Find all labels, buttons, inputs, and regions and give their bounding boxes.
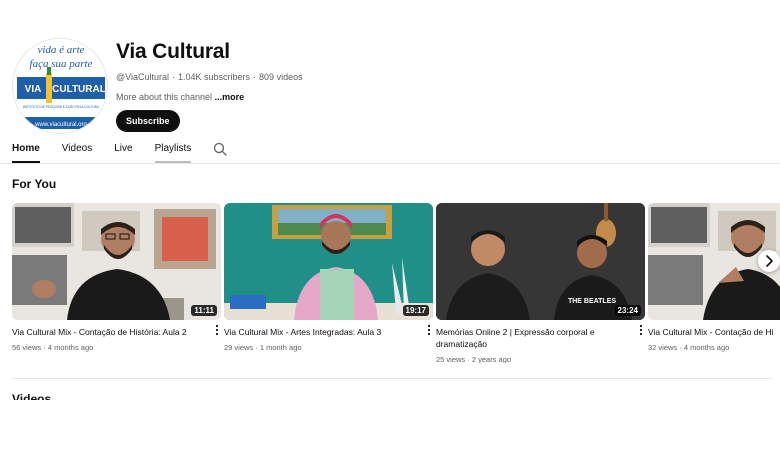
meta-separator: · <box>172 72 175 82</box>
search-icon[interactable] <box>213 142 227 156</box>
tabs-divider <box>0 163 780 164</box>
video-title[interactable]: Memórias Online 2 | Expressão corporal e… <box>436 326 626 350</box>
channel-avatar[interactable]: vida é arte faça sua parte VIA CULTURAL … <box>12 38 108 134</box>
channel-header: vida é arte faça sua parte VIA CULTURAL … <box>12 38 772 138</box>
video-card[interactable]: 19:17 Via Cultural Mix - Artes Integrada… <box>224 203 433 352</box>
section-title-videos: Videos <box>12 392 52 400</box>
tab-videos[interactable]: Videos <box>62 141 92 163</box>
view-count: 29 views <box>224 343 254 352</box>
tab-playlists[interactable]: Playlists <box>154 141 191 163</box>
channel-info: Via Cultural @ViaCultural · 1.04K subscrib… <box>116 40 303 132</box>
svg-text:www.viacultural.org: www.viacultural.org <box>34 122 87 128</box>
channel-logo: vida é arte faça sua parte VIA CULTURAL … <box>13 39 107 133</box>
video-meta: 32 views · 4 months ago <box>648 343 730 352</box>
svg-text:CULTURAL: CULTURAL <box>52 84 106 95</box>
upload-age: 4 months ago <box>47 343 94 352</box>
video-count: 809 videos <box>259 72 303 82</box>
meta-separator: · <box>253 72 257 82</box>
video-meta: 25 views · 2 years ago <box>436 355 512 363</box>
video-title[interactable]: Via Cultural Mix - Contação de História:… <box>12 326 202 338</box>
section-title-for-you: For You <box>12 177 57 191</box>
video-duration: 23:24 <box>614 305 641 316</box>
subscribe-button[interactable]: Subscribe <box>116 110 180 132</box>
upload-age: 4 months ago <box>683 343 730 352</box>
more-vert-icon[interactable] <box>425 324 433 336</box>
subscriber-count: 1.04K subscribers <box>178 72 251 82</box>
thumbnail-image <box>12 203 221 320</box>
view-count: 32 views <box>648 343 678 352</box>
thumbnail-image <box>224 203 433 320</box>
svg-text:VIA: VIA <box>25 84 42 95</box>
upload-age: 1 month ago <box>259 343 302 352</box>
video-thumbnail[interactable]: THE BEATLES 23:24 <box>436 203 645 320</box>
channel-handle: @ViaCultural <box>116 72 169 82</box>
upload-age: 2 years ago <box>471 355 512 363</box>
channel-about[interactable]: More about this channel ...more <box>116 92 303 102</box>
video-meta: 29 views · 1 month ago <box>224 343 302 352</box>
more-link[interactable]: ...more <box>215 92 245 102</box>
view-count: 25 views <box>436 355 466 363</box>
video-thumbnail[interactable]: 11:11 <box>12 203 221 320</box>
shelf-next-button[interactable] <box>758 250 780 272</box>
video-card[interactable]: 11:11 Via Cultural Mix - Contação de His… <box>12 203 221 352</box>
svg-text:faça sua parte: faça sua parte <box>30 58 93 70</box>
video-thumbnail[interactable]: 19:17 <box>224 203 433 320</box>
more-vert-icon[interactable] <box>637 324 645 336</box>
svg-text:INSTITUTO DE PESQUISA E AÇÃO P: INSTITUTO DE PESQUISA E AÇÃO PELA CULTUR… <box>23 104 100 109</box>
chevron-right-icon <box>766 255 773 267</box>
shirt-text: THE BEATLES <box>568 298 616 305</box>
channel-tabs: Home Videos Live Playlists <box>12 141 227 163</box>
more-vert-icon[interactable] <box>213 324 221 336</box>
video-title[interactable]: Via Cultural Mix - Contação de Hi <box>648 326 780 338</box>
video-card[interactable]: THE BEATLES 23:24 Memórias Online 2 | Ex… <box>436 203 645 363</box>
video-title[interactable]: Via Cultural Mix - Artes Integradas: Aul… <box>224 326 414 338</box>
thumbnail-image: THE BEATLES <box>436 203 645 320</box>
tab-home[interactable]: Home <box>12 141 40 163</box>
video-duration: 19:17 <box>402 305 429 316</box>
tab-live[interactable]: Live <box>114 141 132 163</box>
video-meta: 56 views · 4 months ago <box>12 343 94 352</box>
video-duration: 11:11 <box>191 305 217 316</box>
view-count: 56 views <box>12 343 42 352</box>
about-label: More about this channel <box>116 92 213 102</box>
section-divider <box>12 378 772 379</box>
channel-meta: @ViaCultural · 1.04K subscribers · 809 video… <box>116 72 303 82</box>
video-shelf: 11:11 Via Cultural Mix - Contação de His… <box>12 203 780 363</box>
video-card[interactable]: Via Cultural Mix - Contação de Hi 32 vie… <box>648 203 780 352</box>
svg-text:vida é arte: vida é arte <box>37 44 84 56</box>
channel-name: Via Cultural <box>116 40 230 63</box>
